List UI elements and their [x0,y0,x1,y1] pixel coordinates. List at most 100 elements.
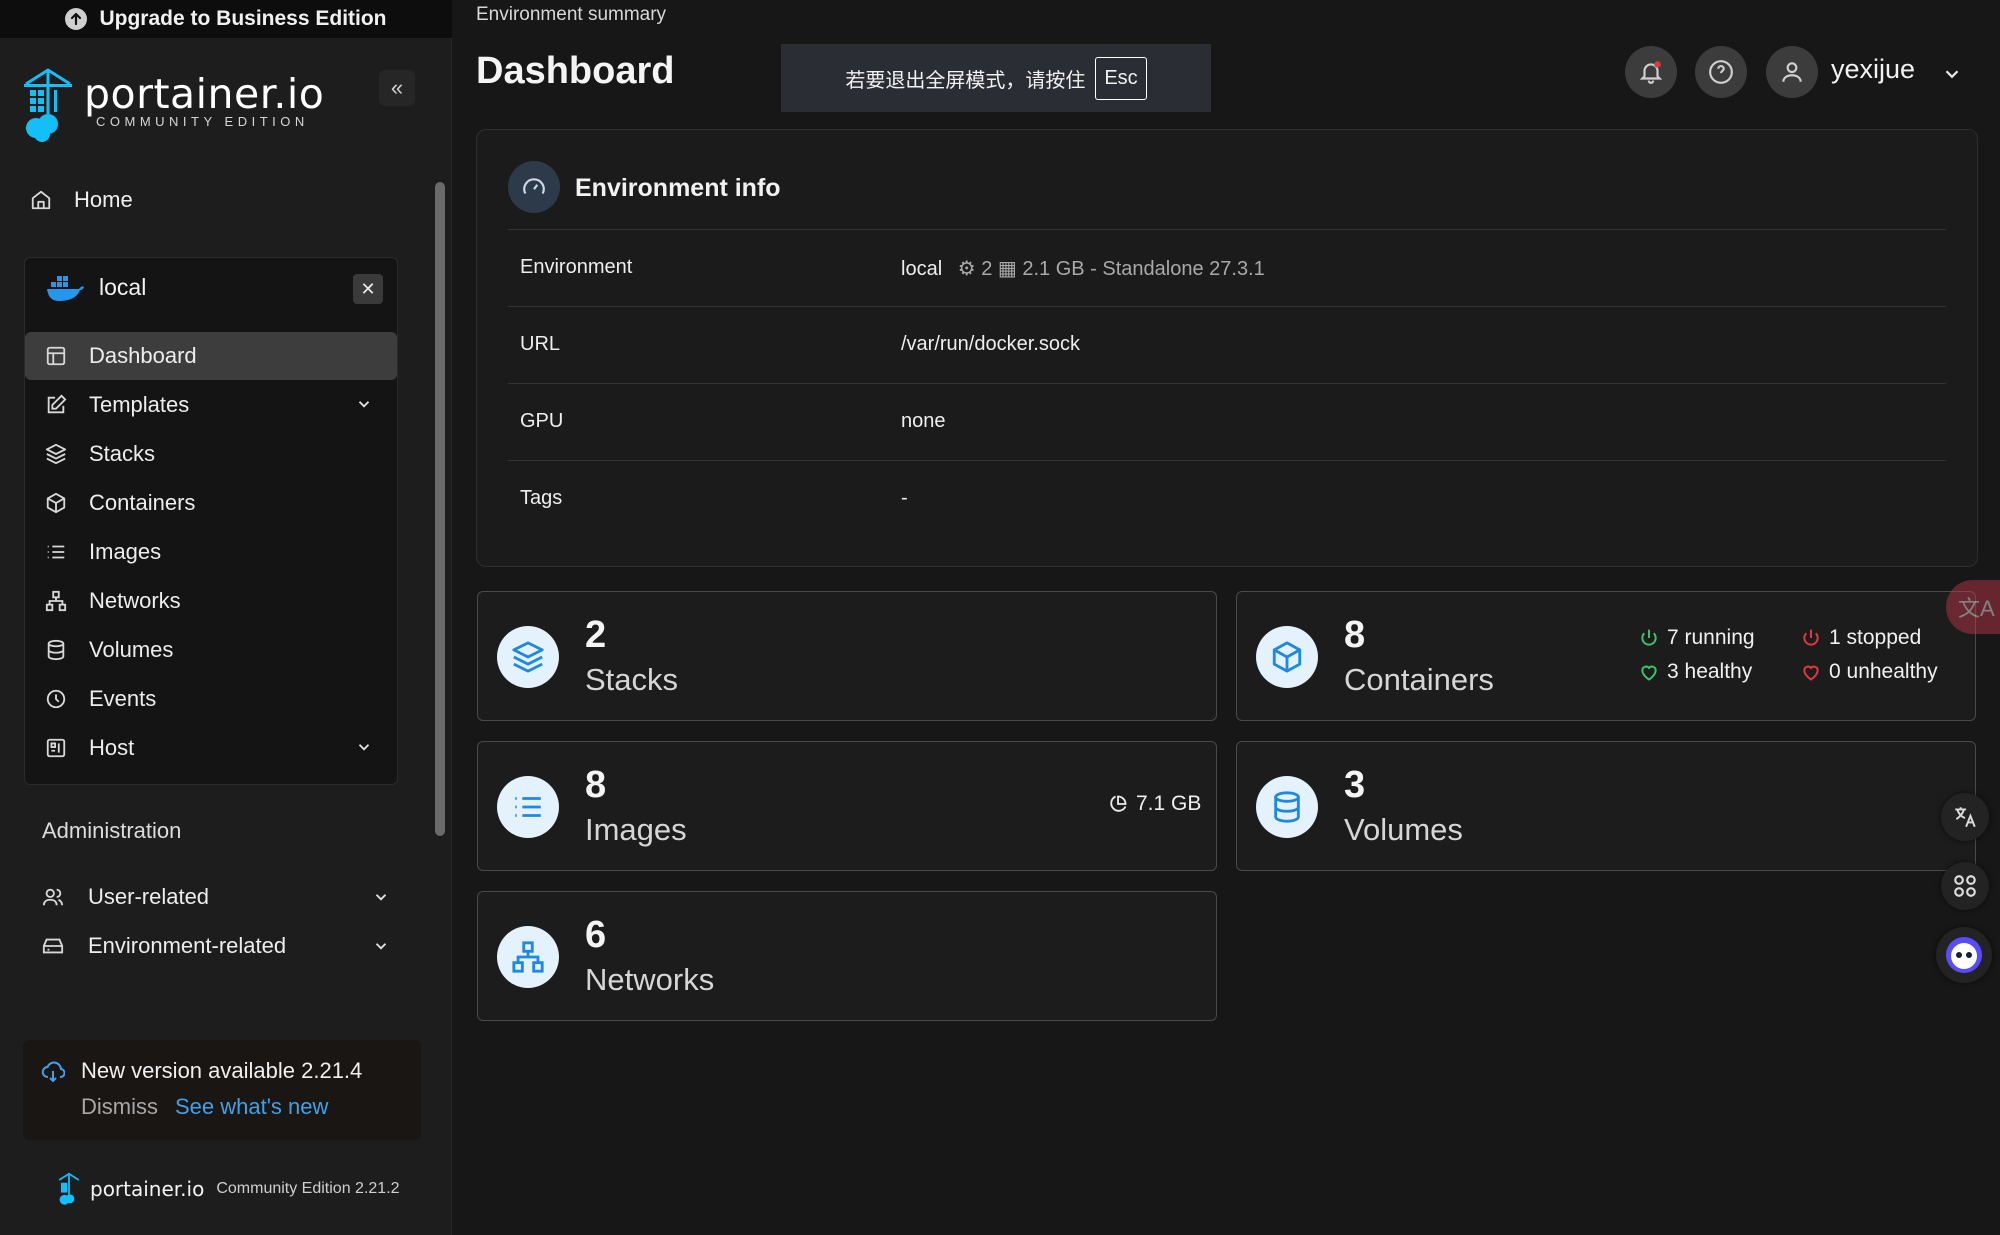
sidebar-item-label: Templates [89,392,190,417]
dismiss-link[interactable]: Dismiss [81,1094,158,1120]
translate-icon: 文A [1958,596,1995,621]
networks-label: Networks [585,962,715,997]
environment-info-title: Environment info [575,174,781,202]
healthy-status: 3 healthy [1639,660,1752,684]
logo-name: portainer.io [84,70,325,118]
list-icon [47,545,65,559]
networks-count: 6 [585,914,607,956]
networks-card[interactable]: 6 Networks [477,891,1217,1021]
sidebar-item-dashboard[interactable]: Dashboard [25,332,397,380]
collapse-sidebar-button[interactable]: « [379,70,415,106]
clock-icon [46,689,66,709]
images-card[interactable]: 8 Images 7.1 GB [477,741,1217,871]
sidebar-item-label: Dashboard [89,343,197,368]
user-icon [1782,62,1802,82]
fullscreen-notice-text: 若要退出全屏模式，请按住 [845,69,1086,92]
environment-value: local [901,258,943,280]
sidebar-item-label: Environment-related [88,933,287,958]
help-button[interactable] [1695,46,1747,98]
whats-new-link[interactable]: See what's new [175,1094,328,1120]
home-icon [31,190,51,210]
assistant-button[interactable] [1936,927,1992,983]
list-icon [497,776,559,838]
sidebar-item-volumes[interactable]: Volumes [25,626,397,674]
upgrade-banner[interactable]: Upgrade to Business Edition [0,0,452,38]
sidebar-item-label: Volumes [89,637,174,662]
containers-card[interactable]: 8 Containers 7 running 1 stopped 3 healt… [1236,591,1976,721]
sidebar-item-label: Networks [89,588,181,613]
sidebar-item-label: User-related [88,884,210,909]
stopped-status: 1 stopped [1801,626,1921,650]
chevron-down-icon[interactable] [1941,63,1963,85]
chevron-down-icon [375,894,387,901]
stacks-count: 2 [585,614,607,656]
images-label: Images [585,812,687,847]
sidebar-item-label: Images [89,539,162,564]
volumes-label: Volumes [1344,812,1463,847]
stopped-count: 1 stopped [1829,626,1922,649]
environment-section: local ✕ Dashboard Templates Stacks Conta… [24,257,398,785]
images-count: 8 [585,764,607,806]
images-size: 7.1 GB [1108,792,1201,816]
info-key: Tags [520,487,563,509]
memory-icon: ▦ [997,258,1017,280]
footer-brand-name: portainer.io [90,1177,205,1201]
heart-icon [1641,665,1657,681]
avatar[interactable] [1766,46,1818,98]
sidebar-item-label: Host [89,735,135,760]
layers-icon [497,626,559,688]
info-value: local ⚙ 2 ▦ 2.1 GB - Standalone 27.3.1 [901,256,1265,281]
stacks-card[interactable]: 2 Stacks [477,591,1217,721]
translate-button[interactable] [1941,793,1989,841]
sidebar-item-label: Events [89,686,157,711]
portainer-logo-icon [58,1172,80,1205]
close-environment-button[interactable]: ✕ [353,274,383,304]
edit-icon [47,394,67,414]
environment-name: local [99,274,147,300]
dashboard-icon [46,346,66,366]
volumes-card[interactable]: 3 Volumes [1236,741,1976,871]
sidebar-item-environment-related[interactable]: Environment-related [30,924,390,968]
help-icon [1709,60,1733,84]
sidebar-item-stacks[interactable]: Stacks [25,430,397,478]
apps-grid-icon [1954,875,1976,897]
update-notice: New version available 2.21.4 Dismiss See… [23,1040,421,1140]
drive-icon [42,938,64,954]
info-row-gpu: GPU none [508,383,1946,460]
containers-label: Containers [1344,662,1494,697]
sidebar-scrollbar[interactable] [435,182,445,836]
translate-tab[interactable]: 文A [1946,580,2000,634]
chevron-down-icon [375,943,387,950]
database-icon [47,639,65,661]
sidebar-item-user-related[interactable]: User-related [30,875,390,919]
heart-icon [1803,665,1819,681]
sidebar-item-images[interactable]: Images [25,528,397,576]
sidebar-item-label: Stacks [89,441,156,466]
healthy-count: 3 healthy [1667,660,1753,683]
sidebar-item-events[interactable]: Events [25,675,397,723]
esc-key: Esc [1095,56,1147,100]
chevron-down-icon [358,401,370,408]
sidebar-item-networks[interactable]: Networks [25,577,397,625]
portainer-logo[interactable]: portainer.io COMMUNITY EDITION [20,66,340,142]
username[interactable]: yexijue [1831,54,1915,85]
apps-button[interactable] [1941,862,1989,910]
containers-count: 8 [1344,614,1366,656]
sidebar-item-home[interactable]: Home [30,180,390,220]
notifications-button[interactable] [1625,46,1677,98]
users-icon [42,888,64,906]
gauge-icon [508,161,560,213]
sidebar-item-host[interactable]: Host [25,724,397,772]
sidebar-item-templates[interactable]: Templates [25,381,397,429]
box-icon [1256,626,1318,688]
network-icon [45,590,67,612]
running-count: 7 running [1667,626,1755,649]
stacks-label: Stacks [585,662,679,697]
cloud-download-icon [41,1061,65,1083]
box-icon [46,492,66,514]
volumes-count: 3 [1344,764,1366,806]
network-icon [497,926,559,988]
environment-details: 2.1 GB - Standalone 27.3.1 [1022,258,1265,280]
sidebar-item-containers[interactable]: Containers [25,479,397,527]
info-row-url: URL /var/run/docker.sock [508,306,1946,383]
